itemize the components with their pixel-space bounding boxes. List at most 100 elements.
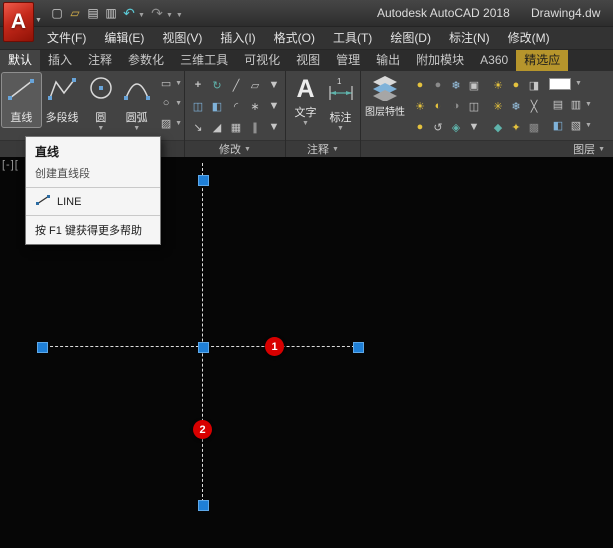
trim-dropdown-icon[interactable]: ▼: [265, 75, 283, 95]
redo-icon[interactable]: ↷: [148, 4, 166, 22]
modify-expand-icon[interactable]: ▼: [244, 146, 251, 153]
color-swatch-white[interactable]: [549, 78, 571, 90]
tab-view[interactable]: 视图: [288, 50, 328, 71]
layer-copy-objects-icon[interactable]: ◨: [525, 75, 543, 95]
layer-sun-icon[interactable]: ☀: [489, 75, 507, 95]
tab-a360[interactable]: A360: [472, 50, 516, 71]
tab-visualize[interactable]: 可视化: [236, 50, 288, 71]
tab-annotate[interactable]: 注释: [80, 50, 120, 71]
menu-format[interactable]: 格式(O): [265, 27, 324, 49]
modify-panel-label[interactable]: 修改▼: [185, 140, 285, 157]
grip-left-endpoint[interactable]: [37, 342, 48, 353]
scale-icon[interactable]: ◢: [208, 117, 226, 137]
move-icon[interactable]: +: [189, 75, 207, 95]
fillet-icon[interactable]: ◜: [227, 96, 245, 116]
circle-button[interactable]: 圆 ▼: [83, 73, 118, 134]
grip-center[interactable]: [198, 342, 209, 353]
polyline-button[interactable]: 多段线: [41, 73, 84, 127]
line-button[interactable]: 直线: [2, 73, 41, 127]
rotate-icon[interactable]: ↻: [208, 75, 226, 95]
text-dropdown-icon[interactable]: ▼: [302, 120, 309, 127]
tab-3d-tools[interactable]: 三维工具: [172, 50, 236, 71]
grip-top-endpoint[interactable]: [198, 175, 209, 186]
layer-lock-icon[interactable]: ▣: [465, 75, 483, 95]
fillet-dropdown-icon[interactable]: ▼: [265, 96, 283, 116]
autocad-logo-button[interactable]: A: [3, 2, 34, 42]
layer-change-icon[interactable]: ◆: [489, 117, 507, 137]
layer-walk-icon[interactable]: ●: [411, 117, 429, 137]
stretch-icon[interactable]: ↘: [189, 117, 207, 137]
rectangle-icon[interactable]: ▭: [157, 73, 175, 93]
mirror-icon[interactable]: ◧: [208, 96, 226, 116]
layers-expand-icon[interactable]: ▼: [598, 146, 605, 153]
logo-dropdown-icon[interactable]: ▼: [35, 17, 42, 24]
new-file-icon[interactable]: ▢: [48, 4, 66, 22]
layer-vpthaw-icon[interactable]: ❄: [507, 96, 525, 116]
arc-dropdown-icon[interactable]: ▼: [133, 125, 140, 132]
array-dropdown-icon[interactable]: ▼: [265, 117, 283, 137]
linetype-icon[interactable]: ▤: [549, 95, 567, 115]
annotation-panel-label[interactable]: 注释▼: [286, 140, 360, 157]
plotstyle-icon[interactable]: ▧: [567, 116, 585, 136]
circle-dropdown-icon[interactable]: ▼: [97, 125, 104, 132]
redo-dropdown-icon[interactable]: ▼: [166, 12, 173, 19]
text-button[interactable]: A 文字 ▼: [288, 73, 323, 129]
plot-icon[interactable]: ▥: [102, 4, 120, 22]
menu-modify[interactable]: 修改(M): [499, 27, 559, 49]
trim-icon[interactable]: ╱: [227, 75, 245, 95]
layer-current-icon[interactable]: ✦: [507, 117, 525, 137]
tab-add-ins[interactable]: 附加模块: [408, 50, 472, 71]
dimension-button[interactable]: 1 标注 ▼: [323, 73, 358, 134]
menu-draw[interactable]: 绘图(D): [381, 27, 440, 49]
offset-icon[interactable]: ∥: [246, 117, 264, 137]
lineweight-dropdown-icon[interactable]: ▼: [585, 122, 592, 129]
layer-merge-icon[interactable]: ◈: [447, 117, 465, 137]
layer-match-icon[interactable]: ◫: [465, 96, 483, 116]
layer-delete-icon[interactable]: ╳: [525, 96, 543, 116]
copy-icon[interactable]: ◫: [189, 96, 207, 116]
viewport-controls[interactable]: [-][: [2, 159, 19, 171]
layer-off-icon[interactable]: ●: [429, 75, 447, 95]
arc-button[interactable]: 圆弧 ▼: [118, 73, 155, 134]
ellipse-icon[interactable]: ○: [157, 93, 175, 113]
dimension-dropdown-icon[interactable]: ▼: [337, 125, 344, 132]
linetype-dropdown-icon[interactable]: ▼: [585, 101, 592, 108]
erase-icon[interactable]: ▱: [246, 75, 264, 95]
grip-bottom-endpoint[interactable]: [198, 500, 209, 511]
menu-dimension[interactable]: 标注(N): [440, 27, 499, 49]
layer-bulb-icon[interactable]: ●: [507, 75, 525, 95]
layer-isolate-icon[interactable]: ◐: [429, 96, 447, 116]
menu-insert[interactable]: 插入(I): [211, 27, 264, 49]
layers-panel-label[interactable]: 图层▼: [361, 140, 613, 157]
selected-vertical-line[interactable]: [202, 163, 203, 507]
layer-thaw-icon[interactable]: ☀: [411, 96, 429, 116]
lineweight-icon[interactable]: ▥: [567, 95, 585, 115]
tab-manage[interactable]: 管理: [328, 50, 368, 71]
menu-file[interactable]: 文件(F): [38, 27, 95, 49]
ellipse-dropdown-icon[interactable]: ▼: [175, 100, 182, 107]
layer-lockfade-icon[interactable]: ▩: [525, 117, 543, 137]
layer-freeze-icon[interactable]: ❄: [447, 75, 465, 95]
menu-edit[interactable]: 编辑(E): [95, 27, 153, 49]
layer-tools-dropdown-icon[interactable]: ▼: [465, 117, 483, 137]
annotation-expand-icon[interactable]: ▼: [332, 146, 339, 153]
menu-view[interactable]: 视图(V): [153, 27, 211, 49]
explode-icon[interactable]: ∗: [246, 96, 264, 116]
layer-on-icon[interactable]: ●: [411, 75, 429, 95]
open-folder-icon[interactable]: ▱: [66, 4, 84, 22]
menu-tools[interactable]: 工具(T): [324, 27, 381, 49]
array-icon[interactable]: ▦: [227, 117, 245, 137]
rectangle-dropdown-icon[interactable]: ▼: [175, 80, 182, 87]
tab-home[interactable]: 默认: [0, 50, 40, 71]
hatch-dropdown-icon[interactable]: ▼: [175, 120, 182, 127]
layer-unisolate-icon[interactable]: ◑: [447, 96, 465, 116]
undo-icon[interactable]: ↶: [120, 4, 138, 22]
layer-properties-button[interactable]: 图层特性: [363, 73, 407, 120]
color-dropdown-icon[interactable]: ▼: [575, 80, 582, 87]
undo-dropdown-icon[interactable]: ▼: [138, 12, 145, 19]
qat-menu-icon[interactable]: ▼: [176, 12, 183, 19]
tab-featured-apps[interactable]: 精选应: [516, 50, 568, 71]
layer-prev-icon[interactable]: ↺: [429, 117, 447, 137]
transparency-icon[interactable]: ◧: [549, 116, 567, 136]
layer-vpfreeze-icon[interactable]: ✳: [489, 96, 507, 116]
